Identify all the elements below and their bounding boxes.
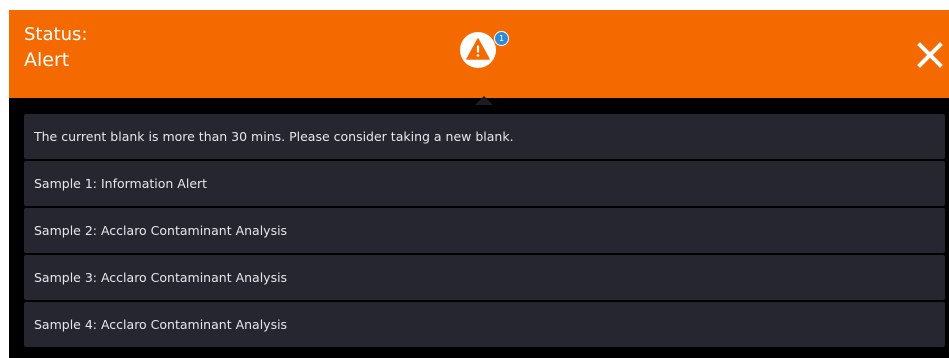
list-item-sample-3[interactable]: Sample 3: Acclaro Contaminant Analysis xyxy=(24,255,945,300)
popover-pointer xyxy=(475,96,493,105)
alert-panel: Status: Alert 1 The current blank is mor… xyxy=(9,10,949,358)
alert-count-badge: 1 xyxy=(494,31,509,46)
list-item-sample-4[interactable]: Sample 4: Acclaro Contaminant Analysis xyxy=(24,302,945,347)
alert-message-list: The current blank is more than 30 mins. … xyxy=(24,114,945,349)
warning-triangle-icon[interactable] xyxy=(460,32,496,68)
list-item-sample-2[interactable]: Sample 2: Acclaro Contaminant Analysis xyxy=(24,208,945,253)
status-label: Status: xyxy=(24,24,88,45)
close-button[interactable] xyxy=(915,40,945,70)
list-item-blank-warning[interactable]: The current blank is more than 30 mins. … xyxy=(24,114,945,159)
close-icon xyxy=(917,42,943,68)
status-header: Status: Alert 1 xyxy=(9,10,949,98)
list-item-sample-1[interactable]: Sample 1: Information Alert xyxy=(24,161,945,206)
status-value: Alert xyxy=(24,49,70,71)
